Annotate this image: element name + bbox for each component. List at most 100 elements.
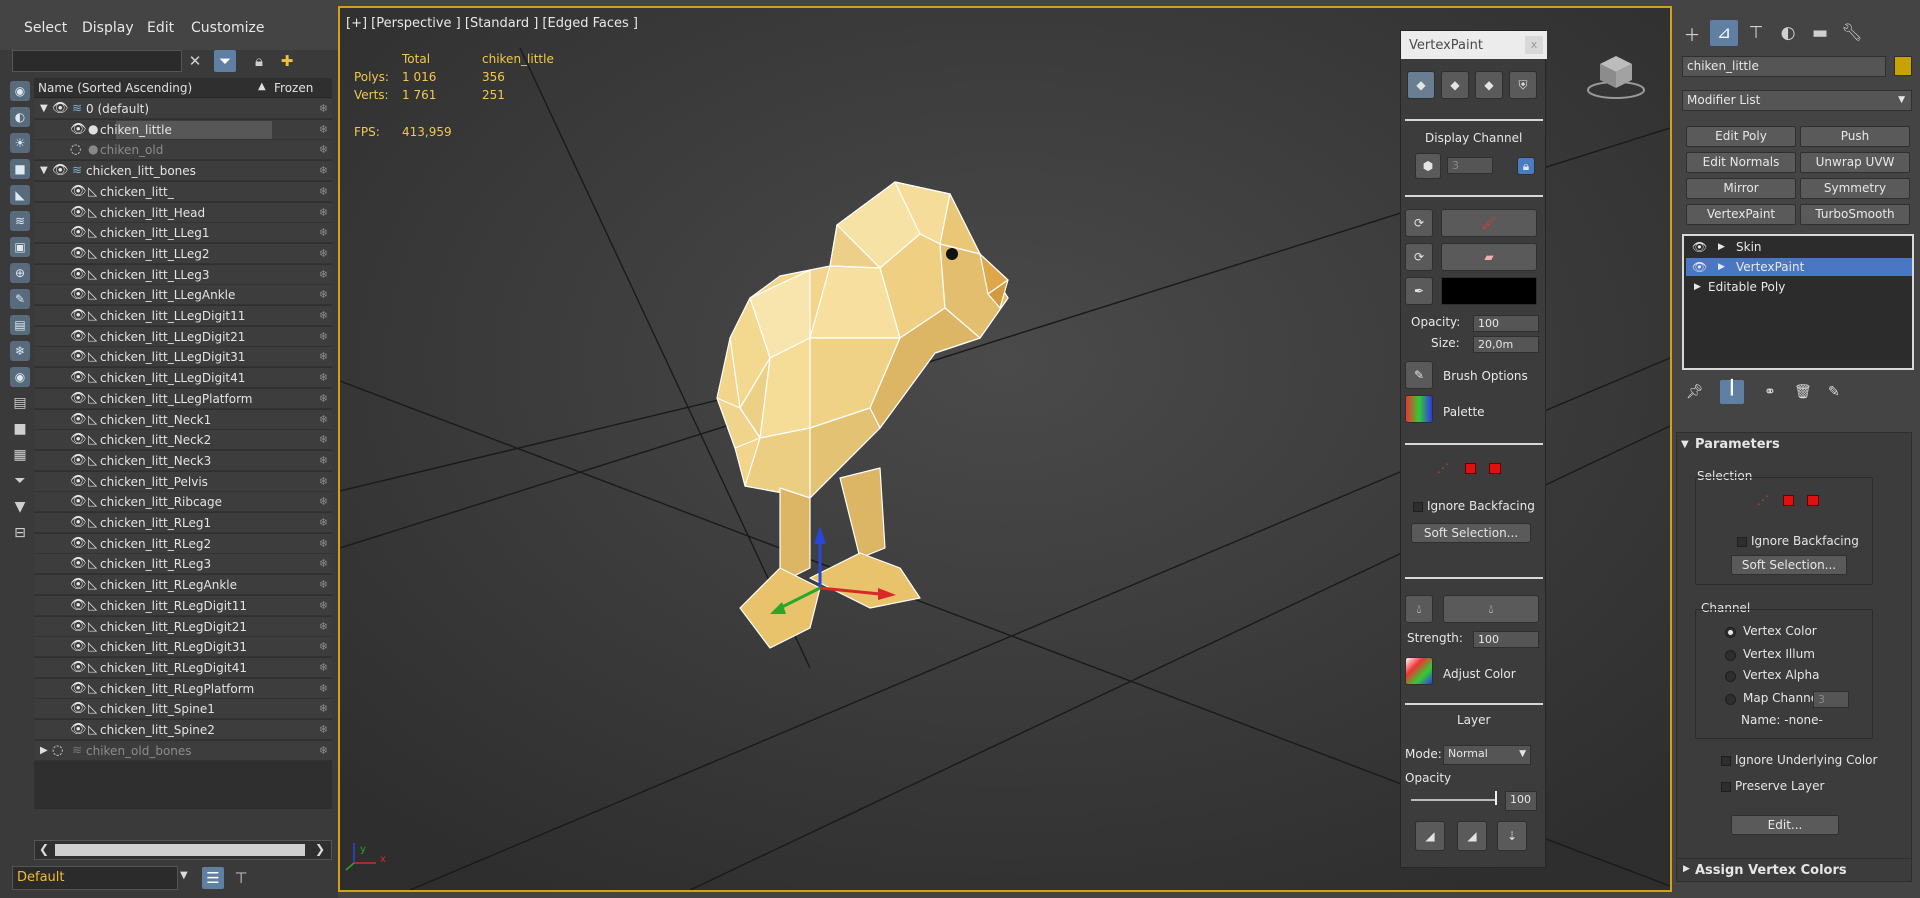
filter-icon[interactable]: ⏷ [214, 50, 236, 72]
eye-icon[interactable]: 👁︎ [70, 205, 87, 220]
assign-vertex-colors-rollout[interactable]: ▶ Assign Vertex Colors [1676, 858, 1912, 882]
face-select-icon[interactable] [1465, 463, 1476, 474]
vertex-select-icon[interactable]: ⋰ [1757, 493, 1769, 507]
display-none-icon[interactable]: ◉ [8, 80, 32, 102]
eye-icon[interactable]: 👁︎ [70, 619, 87, 634]
lights-filter-icon[interactable]: ☀ [8, 132, 32, 154]
eye-icon[interactable]: 👁︎ [70, 577, 87, 592]
tree-row[interactable]: 👁︎ ◺ chicken_litt_Neck1 ❄ [34, 409, 332, 430]
tree-row[interactable]: 👁︎ ◺ chicken_litt_LLeg3 ❄ [34, 264, 332, 285]
push-button[interactable]: Push [1800, 126, 1910, 147]
eye-icon[interactable]: 👁︎ [70, 246, 87, 261]
eye-icon[interactable]: 👁︎ [70, 391, 87, 406]
lock-icon[interactable]: 🔒︎ [1517, 157, 1535, 175]
horizontal-scrollbar[interactable]: ❮ ❯ [34, 840, 332, 860]
expand-icon[interactable]: ▶ [1694, 278, 1701, 296]
scroll-left-icon[interactable]: ❮ [39, 842, 49, 856]
stack-item-editable-poly[interactable]: ▶ Editable Poly [1686, 278, 1912, 296]
shaded-display-icon[interactable]: ◆ [1441, 71, 1469, 99]
eye-icon[interactable]: 👁︎ [70, 349, 87, 364]
tree-row[interactable]: 👁︎ ◺ chicken_litt_RLegDigit21 ❄ [34, 616, 332, 637]
turbosmooth-button[interactable]: TurboSmooth [1800, 204, 1910, 225]
layer-opacity-slider-handle[interactable] [1495, 791, 1497, 805]
erase-mode-icon[interactable]: ⟳ [1405, 243, 1433, 271]
eye-icon[interactable]: 👁︎ [70, 474, 87, 489]
delete-layer-icon[interactable]: ◢ [1457, 821, 1487, 851]
modify-tab-icon[interactable]: ⊿ [1710, 20, 1738, 46]
brush-options-icon[interactable]: ✎ [1405, 361, 1433, 389]
remove-modifier-icon[interactable]: 🗑︎ [1794, 384, 1812, 400]
size-spinner[interactable]: 20,0m [1473, 336, 1539, 353]
eye-icon[interactable]: 👁︎ [52, 101, 69, 116]
tree-row[interactable]: 👁︎ ◺ chicken_litt_LLegAnkle ❄ [34, 285, 332, 306]
tree-row[interactable]: 👁︎ ◺ chicken_litt_Neck3 ❄ [34, 450, 332, 471]
eye-icon[interactable]: 👁︎ [70, 287, 87, 302]
eye-icon[interactable]: 👁︎ [70, 308, 87, 323]
tree-row[interactable]: 👁︎ ◺ chicken_litt_RLegDigit31 ❄ [34, 637, 332, 658]
freeze-icon[interactable]: ❄ [319, 661, 328, 674]
soft-selection-button[interactable]: Soft Selection... [1411, 523, 1531, 543]
tree-row[interactable]: ◌ ● chiken_old ❄ [34, 140, 332, 161]
column-name-header[interactable]: Name (Sorted Ascending) [38, 81, 192, 95]
eye-icon[interactable]: 👁︎ [70, 122, 87, 137]
freeze-icon[interactable]: ❄ [319, 599, 328, 612]
condense-layer-icon[interactable]: ⇣ [1497, 821, 1527, 851]
palette-label[interactable]: Palette [1443, 405, 1485, 419]
cameras-filter-icon[interactable]: ■ [8, 158, 32, 180]
show-end-result-icon[interactable]: ┃ [1720, 380, 1744, 404]
freeze-icon[interactable]: ❄ [319, 268, 328, 281]
eraser-button[interactable]: ▰ [1441, 243, 1537, 271]
freeze-icon[interactable]: ❄ [319, 495, 328, 508]
expand-toggle-icon[interactable]: ▼ [40, 103, 48, 114]
freeze-icon[interactable]: ❄ [319, 723, 328, 736]
freeze-icon[interactable]: ❄ [319, 371, 328, 384]
tree-row[interactable]: 👁︎ ◺ chicken_litt_LLeg2 ❄ [34, 243, 332, 264]
column-frozen-header[interactable]: Frozen [274, 81, 313, 95]
unwrap-uvw-button[interactable]: Unwrap UVW [1800, 152, 1910, 173]
brush-options-label[interactable]: Brush Options [1443, 369, 1528, 383]
object-color-swatch[interactable] [1894, 56, 1912, 76]
vertex-color-display-icon[interactable]: ◆ [1407, 71, 1435, 99]
preserve-layer-checkbox[interactable] [1721, 782, 1731, 792]
eye-icon[interactable]: 👁︎ [70, 598, 87, 613]
search-input[interactable] [12, 50, 182, 72]
edit-poly-button[interactable]: Edit Poly [1686, 126, 1796, 147]
viewcube[interactable] [1586, 48, 1646, 99]
utilities-tab-icon[interactable]: 🔧︎ [1838, 20, 1866, 46]
pin-stack-icon[interactable]: 📌︎ [1686, 384, 1704, 400]
symmetry-button[interactable]: Symmetry [1800, 178, 1910, 199]
tree-row[interactable]: 👁︎ ◺ chicken_litt_RLegPlatform ❄ [34, 678, 332, 699]
tree-row[interactable]: ▼ 👁︎ ≋ 0 (default) ❄ [34, 99, 332, 119]
chevron-down-icon[interactable]: ▼ [180, 870, 188, 881]
freeze-icon[interactable]: ❄ [319, 620, 328, 633]
add-layer-icon[interactable]: ✚ [276, 50, 298, 72]
palette-icon[interactable] [1405, 395, 1433, 423]
display-all-icon[interactable]: ▤ [8, 392, 32, 414]
tree-row[interactable]: 👁︎ ◺ chicken_litt_RLeg3 ❄ [34, 554, 332, 575]
vertexpaint-title[interactable]: VertexPaint x [1401, 31, 1547, 59]
freeze-icon[interactable]: ❄ [319, 185, 328, 198]
tree-row[interactable]: 👁︎ ◺ chicken_litt_LLegPlatform ❄ [34, 388, 332, 409]
blur-brush-icon[interactable]: 💧︎ [1405, 595, 1433, 623]
shield-display-icon[interactable]: ⛨ [1509, 71, 1537, 99]
tree-row[interactable]: 👁︎ ◺ chicken_litt_Pelvis ❄ [34, 471, 332, 492]
eye-icon[interactable]: 👁︎ [70, 370, 87, 385]
eye-icon[interactable]: 👁︎ [70, 267, 87, 282]
mirror-button[interactable]: Mirror [1686, 178, 1796, 199]
eye-icon[interactable]: 👁︎ [1692, 238, 1707, 256]
freeze-icon[interactable]: ❄ [319, 309, 328, 322]
tree-row[interactable]: 👁︎ ● chiken_little ❄ [34, 119, 332, 140]
expand-icon[interactable]: ▶ [1718, 238, 1725, 256]
opacity-spinner[interactable]: 100 [1473, 315, 1539, 332]
expand-toggle-icon[interactable]: ▼ [40, 165, 48, 176]
tree-row[interactable]: 👁︎ ◺ chicken_litt_LLegDigit11 ❄ [34, 306, 332, 326]
viewport-label[interactable]: [+] [Perspective ] [Standard ] [Edged Fa… [346, 16, 638, 31]
freeze-icon[interactable]: ❄ [319, 516, 328, 529]
blur-brush-button[interactable]: 💧︎ [1443, 595, 1539, 623]
element-select-icon[interactable] [1489, 463, 1501, 474]
expand-icon[interactable]: ▶ [1718, 258, 1725, 276]
parameters-title[interactable]: Parameters [1695, 437, 1780, 452]
menu-select[interactable]: Select [24, 20, 67, 36]
menu-display[interactable]: Display [82, 20, 134, 36]
element-select-icon[interactable] [1807, 495, 1819, 506]
